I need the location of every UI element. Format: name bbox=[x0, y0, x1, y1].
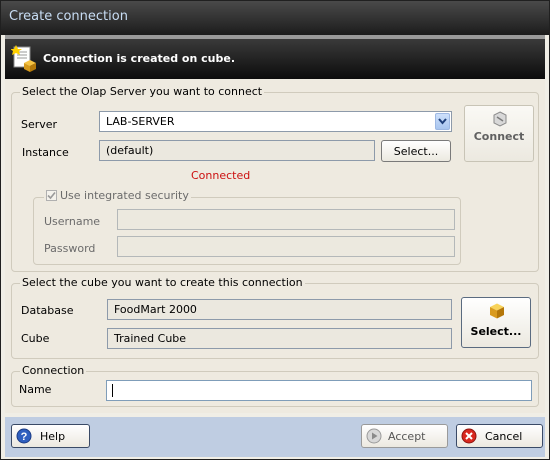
text-cursor bbox=[112, 384, 113, 397]
cube-icon bbox=[490, 303, 504, 319]
cube-value: Trained Cube bbox=[114, 332, 187, 345]
instance-label: Instance bbox=[22, 146, 69, 159]
cube-section-legend: Select the cube you want to create this … bbox=[20, 276, 305, 289]
connection-name-input[interactable] bbox=[106, 380, 532, 401]
cube-label: Cube bbox=[21, 332, 50, 345]
username-label: Username bbox=[44, 215, 101, 228]
dialog-content: Select the Olap Server you want to conne… bbox=[5, 79, 545, 413]
window-title: Create connection bbox=[9, 9, 128, 24]
cancel-button[interactable]: Cancel bbox=[456, 424, 543, 448]
cancel-label: Cancel bbox=[485, 430, 523, 443]
cancel-icon bbox=[461, 428, 477, 444]
help-label: Help bbox=[40, 430, 66, 443]
instance-value: (default) bbox=[106, 144, 154, 157]
svg-text:?: ? bbox=[21, 431, 28, 443]
banner-message: Connection is created on cube. bbox=[43, 52, 236, 65]
instance-field[interactable]: (default) bbox=[99, 140, 375, 161]
cube-field[interactable]: Trained Cube bbox=[107, 328, 452, 349]
server-dropdown[interactable]: LAB-SERVER bbox=[99, 111, 452, 132]
connection-status: Connected bbox=[191, 169, 251, 182]
dialog-footer: ? Help Accept Cancel bbox=[5, 417, 545, 457]
integrated-security-label: Use integrated security bbox=[60, 189, 189, 202]
title-bar[interactable]: Create connection bbox=[1, 1, 549, 35]
select-cube-label: Select... bbox=[470, 325, 522, 338]
database-field[interactable]: FoodMart 2000 bbox=[107, 299, 452, 320]
select-cube-button[interactable]: Select... bbox=[461, 297, 531, 348]
chevron-down-icon[interactable] bbox=[435, 113, 450, 130]
play-icon bbox=[366, 428, 382, 444]
password-label: Password bbox=[44, 242, 96, 255]
connection-section-legend: Connection bbox=[20, 364, 87, 377]
accept-label: Accept bbox=[388, 430, 426, 443]
server-section-legend: Select the Olap Server you want to conne… bbox=[20, 85, 265, 98]
server-connect-icon bbox=[493, 111, 507, 127]
name-label: Name bbox=[19, 383, 52, 396]
database-label: Database bbox=[21, 304, 74, 317]
username-field[interactable] bbox=[117, 209, 455, 230]
security-legend: Use integrated security bbox=[44, 189, 191, 202]
check-icon bbox=[47, 191, 56, 200]
help-icon: ? bbox=[16, 428, 32, 444]
database-value: FoodMart 2000 bbox=[114, 303, 197, 316]
connect-label: Connect bbox=[473, 130, 525, 143]
new-document-icon bbox=[11, 45, 36, 72]
help-button[interactable]: ? Help bbox=[11, 424, 90, 448]
server-label: Server bbox=[21, 118, 58, 131]
server-value: LAB-SERVER bbox=[106, 115, 175, 128]
connect-button[interactable]: Connect bbox=[464, 105, 534, 162]
select-instance-label: Select... bbox=[393, 145, 439, 158]
password-field[interactable] bbox=[117, 236, 455, 257]
info-banner: Connection is created on cube. bbox=[5, 35, 545, 79]
accept-button[interactable]: Accept bbox=[361, 424, 448, 448]
create-connection-window: Create connection Connection is created … bbox=[0, 0, 550, 460]
select-instance-button[interactable]: Select... bbox=[381, 140, 451, 162]
integrated-security-checkbox[interactable] bbox=[46, 190, 57, 201]
